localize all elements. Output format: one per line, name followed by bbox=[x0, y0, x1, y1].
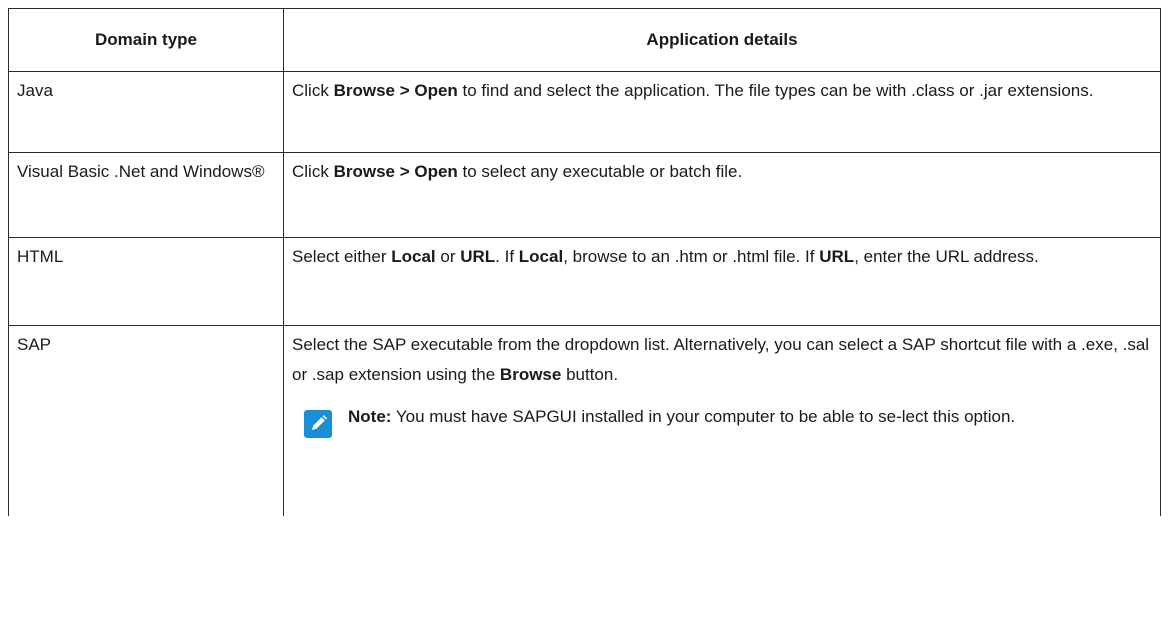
details-bold-text: Browse > Open bbox=[333, 81, 458, 100]
table-row: SAP Select the SAP executable from the d… bbox=[8, 325, 1161, 516]
details-text: to find and select the application. The … bbox=[457, 81, 1094, 100]
details-bold-text: Local bbox=[391, 247, 436, 266]
table-row: Java Click Browse > Open to find and sel… bbox=[8, 71, 1161, 153]
details-bold-text: Local bbox=[518, 247, 564, 266]
details-text: button. bbox=[561, 365, 619, 384]
details-text: Select either bbox=[292, 247, 392, 266]
sap-details-paragraph: Select the SAP executable from the dropd… bbox=[292, 330, 1152, 390]
details-text: to select any executable or batch file. bbox=[457, 162, 743, 181]
table-row: Visual Basic .Net and Windows® Click Bro… bbox=[8, 152, 1161, 238]
header-application-details: Application details bbox=[283, 8, 1161, 72]
domain-cell-visual-basic: Visual Basic .Net and Windows® bbox=[8, 152, 284, 238]
table-row: HTML Select either Local or URL. If Loca… bbox=[8, 237, 1161, 326]
domain-cell-sap: SAP bbox=[8, 325, 284, 516]
details-bold-text: URL bbox=[819, 247, 855, 266]
note-block: Note: You must have SAPGUI installed in … bbox=[292, 402, 1152, 438]
pencil-note-icon bbox=[304, 410, 332, 438]
details-cell-java: Click Browse > Open to find and select t… bbox=[283, 71, 1161, 153]
details-cell-visual-basic: Click Browse > Open to select any execut… bbox=[283, 152, 1161, 238]
domain-cell-java: Java bbox=[8, 71, 284, 153]
details-text: Select the SAP executable from the dropd… bbox=[292, 335, 1150, 384]
details-bold-text: Browse bbox=[499, 365, 562, 384]
details-text: . If bbox=[495, 247, 519, 266]
details-text: , enter the URL address. bbox=[854, 247, 1039, 266]
details-text: or bbox=[435, 247, 461, 266]
details-bold-text: URL bbox=[460, 247, 496, 266]
details-text: Click bbox=[292, 162, 334, 181]
header-domain-type: Domain type bbox=[8, 8, 284, 72]
details-bold-text: Browse > Open bbox=[333, 162, 458, 181]
details-cell-html: Select either Local or URL. If Local, br… bbox=[283, 237, 1161, 326]
details-text: Click bbox=[292, 81, 334, 100]
details-text: , browse to an .htm or .html file. If bbox=[563, 247, 820, 266]
note-label: Note: bbox=[348, 407, 392, 426]
details-cell-sap: Select the SAP executable from the dropd… bbox=[283, 325, 1161, 516]
note-body: You must have SAPGUI installed in your c… bbox=[391, 407, 1016, 426]
note-text: Note: You must have SAPGUI installed in … bbox=[348, 402, 1152, 432]
domain-application-table: Domain type Application details Java Cli… bbox=[8, 8, 1161, 516]
table-header-row: Domain type Application details bbox=[8, 8, 1161, 72]
domain-cell-html: HTML bbox=[8, 237, 284, 326]
